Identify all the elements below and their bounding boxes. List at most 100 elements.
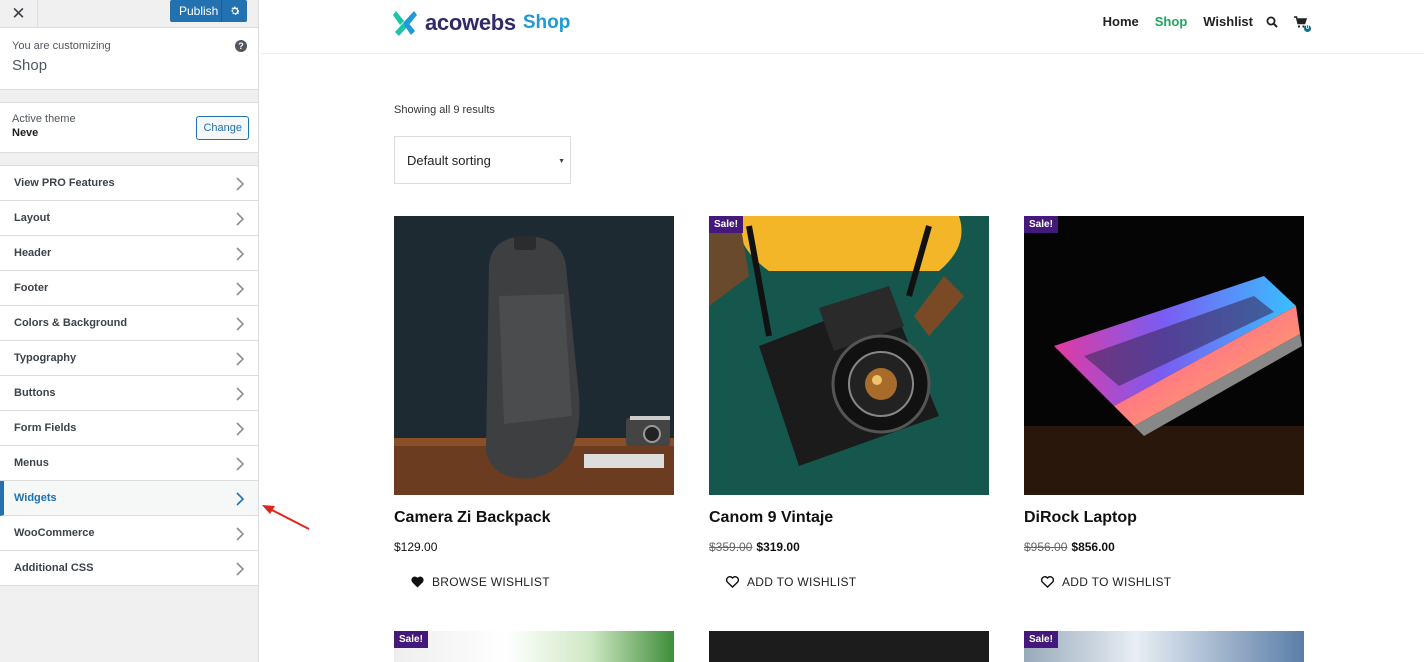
product-image[interactable] (394, 216, 674, 495)
site-logo[interactable]: acowebs Shop (393, 9, 570, 37)
publish-button[interactable]: Publish (170, 0, 221, 22)
cart-count-badge: 0 (1304, 24, 1311, 32)
menu-item-label: Colors & Background (14, 317, 128, 329)
menu-item-label: WooCommerce (14, 527, 95, 539)
close-customizer-button[interactable]: ✕ (0, 0, 38, 27)
menu-item-footer[interactable]: Footer (0, 271, 258, 306)
product-card: Sale! Canom 9 Vintaje $359.00 $319.00 ADD… (709, 216, 989, 589)
product-image[interactable]: Sale! (709, 216, 989, 495)
chevron-right-icon (236, 212, 245, 226)
search-icon (1266, 16, 1278, 28)
add-to-wishlist-link[interactable]: ADD TO WISHLIST (1024, 575, 1304, 589)
menu-item-woocommerce[interactable]: WooCommerce (0, 516, 258, 551)
product-image[interactable]: Sale! (1024, 631, 1304, 662)
menu-item-widgets[interactable]: Widgets (0, 481, 258, 516)
active-theme-panel: Active theme Neve Change (0, 102, 258, 153)
camera-illustration (709, 216, 989, 495)
menu-item-layout[interactable]: Layout (0, 201, 258, 236)
wishlist-label: ADD TO WISHLIST (1062, 575, 1172, 589)
heart-outline-icon (1041, 576, 1054, 588)
menu-item-header[interactable]: Header (0, 236, 258, 271)
customizing-subtitle: You are customizing (12, 40, 111, 52)
chevron-right-icon (236, 177, 245, 191)
sale-badge: Sale! (709, 216, 743, 233)
publish-group: Publish (170, 0, 247, 22)
menu-item-label: Additional CSS (14, 562, 94, 574)
menu-item-label: Footer (14, 282, 49, 294)
add-to-wishlist-link[interactable]: ADD TO WISHLIST (709, 575, 989, 589)
change-theme-button[interactable]: Change (196, 116, 249, 140)
chevron-right-icon (236, 492, 245, 506)
wishlist-label: ADD TO WISHLIST (747, 575, 857, 589)
menu-item-menus[interactable]: Menus (0, 446, 258, 481)
product-price: $956.00 $856.00 (1024, 540, 1304, 554)
sale-badge: Sale! (1024, 216, 1058, 233)
results-count: Showing all 9 results (394, 104, 495, 116)
nav-wishlist[interactable]: Wishlist (1203, 14, 1253, 29)
gear-icon (230, 6, 240, 15)
browse-wishlist-link[interactable]: BROWSE WISHLIST (394, 575, 674, 589)
laptop-illustration (1024, 216, 1304, 495)
site-header: acowebs Shop Home Shop Wishlist 0 (260, 0, 1424, 54)
menu-item-label: Buttons (14, 387, 56, 399)
chevron-right-icon (236, 387, 245, 401)
product-name[interactable]: DiRock Laptop (1024, 509, 1304, 527)
customizer-topbar: ✕ Publish (0, 0, 258, 28)
chevron-right-icon (236, 562, 245, 576)
product-image[interactable]: Sale! (1024, 216, 1304, 495)
price-value: $129.00 (394, 540, 438, 554)
chevron-right-icon (236, 352, 245, 366)
menu-item-label: Header (14, 247, 52, 259)
product-image[interactable] (709, 631, 989, 662)
product-price: $359.00 $319.00 (709, 540, 989, 554)
heart-outline-icon (726, 576, 739, 588)
logo-mark-icon (393, 11, 417, 36)
primary-nav: Home Shop Wishlist 0 (1087, 14, 1311, 32)
sort-value: Default sorting (407, 153, 491, 168)
menu-item-label: View PRO Features (14, 177, 115, 189)
chevron-right-icon (236, 317, 245, 331)
backpack-illustration (394, 216, 674, 495)
sale-badge: Sale! (1024, 631, 1058, 648)
chevron-right-icon (236, 457, 245, 471)
old-price: $359.00 (709, 540, 753, 554)
menu-item-buttons[interactable]: Buttons (0, 376, 258, 411)
menu-item-label: Widgets (14, 492, 57, 504)
heart-filled-icon (411, 576, 424, 588)
chevron-right-icon (236, 422, 245, 436)
site-preview: acowebs Shop Home Shop Wishlist 0 Showin… (260, 0, 1424, 662)
close-icon: ✕ (11, 3, 26, 23)
product-card: Sale! DiRock Laptop $956.00 $856.00 ADD T… (1024, 216, 1304, 589)
caret-down-icon: ▼ (558, 158, 565, 165)
product-image[interactable]: Sale! (394, 631, 674, 662)
publish-settings-button[interactable] (221, 0, 247, 22)
product-name[interactable]: Camera Zi Backpack (394, 509, 674, 527)
menu-item-label: Form Fields (14, 422, 77, 434)
product-name[interactable]: Canom 9 Vintaje (709, 509, 989, 527)
sale-price: $856.00 (1071, 540, 1115, 554)
customizer-sidebar: ✕ Publish You are customizing Shop ? Act… (0, 0, 259, 662)
old-price: $956.00 (1024, 540, 1068, 554)
menu-item-label: Layout (14, 212, 51, 224)
sort-select[interactable]: Default sorting ▼ (394, 136, 571, 184)
nav-home[interactable]: Home (1103, 14, 1139, 29)
help-icon[interactable]: ? (235, 40, 247, 52)
search-button[interactable] (1266, 16, 1278, 28)
product-price: $129.00 (394, 540, 674, 554)
menu-item-colors-background[interactable]: Colors & Background (0, 306, 258, 341)
chevron-right-icon (236, 282, 245, 296)
sale-price: $319.00 (756, 540, 800, 554)
menu-item-form-fields[interactable]: Form Fields (0, 411, 258, 446)
customizer-menu: View PRO Features Layout Header Footer C… (0, 165, 258, 586)
logo-accent-text: Shop (522, 12, 571, 33)
cart-button[interactable]: 0 (1294, 15, 1311, 32)
logo-text: acowebs (425, 10, 516, 35)
menu-item-view-pro-features[interactable]: View PRO Features (0, 166, 258, 201)
customizing-title: Shop (12, 57, 48, 74)
menu-item-additional-css[interactable]: Additional CSS (0, 551, 258, 586)
chevron-right-icon (236, 247, 245, 261)
menu-item-typography[interactable]: Typography (0, 341, 258, 376)
nav-shop[interactable]: Shop (1155, 14, 1188, 29)
customizing-info: You are customizing Shop ? (0, 28, 258, 90)
menu-item-label: Typography (14, 352, 77, 364)
